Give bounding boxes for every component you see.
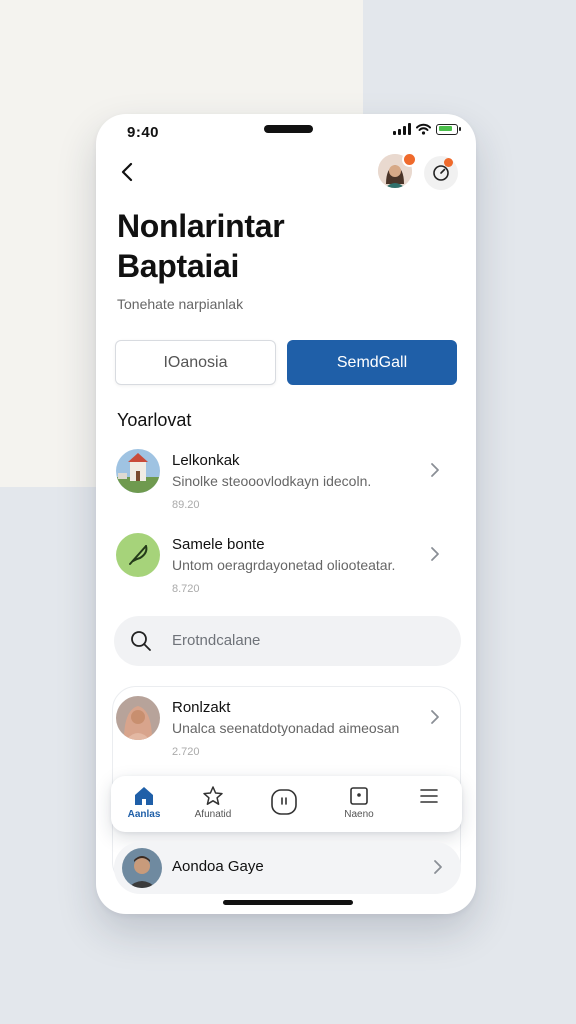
search-placeholder: Erotndcalane	[172, 632, 261, 649]
section-title: Yoarlovat	[117, 410, 192, 430]
list-item[interactable]: Samele bonte Untom oeragrdayonetad olioo…	[116, 533, 458, 603]
page-title-line2: Baptaiai	[117, 248, 240, 284]
list-item-subtitle: Sinolke steooovlodkayn idecoln.	[172, 473, 372, 489]
gauge-badge	[444, 158, 453, 167]
inbox-icon	[350, 787, 368, 805]
list-item[interactable]: Ronlzakt Unalca seenatdotyonadad aimeosa…	[116, 696, 458, 766]
chevron-right-icon	[431, 710, 439, 724]
tab-inbox[interactable]: Naeno	[329, 784, 389, 828]
person-avatar	[116, 696, 160, 740]
list-item-title: Samele bonte	[172, 536, 265, 553]
list-item-title: Lelkonkak	[172, 452, 240, 469]
page-subtitle: Tonehate narpianlak	[117, 296, 244, 312]
tab-menu[interactable]	[399, 784, 459, 828]
back-button[interactable]	[116, 159, 138, 185]
list-item-subtitle: Unalca seenatdotyonadad aimeosan	[172, 720, 400, 736]
chat-icon	[271, 789, 297, 815]
list-item-meta: 89.20	[172, 499, 200, 511]
list-item-meta: 8.720	[172, 583, 200, 595]
list-item[interactable]: Lelkonkak Sinolke steooovlodkayn idecoln…	[116, 449, 458, 519]
bottom-list-item[interactable]: Aondoa Gaye	[114, 842, 461, 894]
page-title-line1: Nonlarintar	[117, 208, 285, 244]
home-icon	[135, 787, 153, 805]
tab-home-label: Aanlas	[127, 809, 161, 820]
star-icon	[203, 786, 223, 805]
secondary-button[interactable]: IOanosia	[115, 340, 276, 385]
chevron-left-icon	[121, 162, 133, 182]
signal-icon	[393, 123, 411, 135]
search-icon	[131, 631, 151, 651]
tab-inbox-label: Naeno	[344, 809, 374, 820]
landmark-thumbnail	[116, 449, 160, 493]
search-input[interactable]: Erotndcalane	[114, 616, 461, 666]
menu-icon	[420, 789, 438, 803]
person-avatar	[122, 848, 162, 888]
status-time: 9:40	[127, 124, 160, 141]
primary-button[interactable]: SemdGall	[287, 340, 457, 385]
list-item-subtitle: Untom oeragrdayonetad oliooteatar.	[172, 557, 396, 573]
tab-bar: Aanlas Afunatid Naeno	[111, 776, 462, 832]
notch	[264, 125, 313, 133]
list-item-meta: 2.720	[172, 746, 200, 758]
battery-icon	[436, 123, 461, 135]
status-bar: 9:40	[96, 114, 476, 150]
tab-messages[interactable]	[254, 784, 314, 828]
chevron-right-icon	[431, 547, 439, 561]
notification-badge	[402, 152, 417, 167]
tab-favorites[interactable]: Afunatid	[183, 784, 243, 828]
feather-icon	[116, 533, 160, 577]
wifi-icon	[416, 123, 431, 135]
list-item-title: Ronlzakt	[172, 699, 231, 716]
chevron-right-icon	[431, 463, 439, 477]
bottom-item-title: Aondoa Gaye	[172, 858, 264, 875]
phone-frame: 9:40 Nonlarintar Baptaiai Tonehate narpi…	[96, 114, 476, 914]
page-title: Nonlarintar Baptaiai	[117, 206, 437, 286]
tab-home[interactable]: Aanlas	[114, 784, 174, 828]
home-indicator	[223, 900, 353, 905]
status-icons	[393, 123, 461, 135]
chevron-right-icon	[434, 860, 442, 874]
tab-favorites-label: Afunatid	[194, 809, 232, 820]
